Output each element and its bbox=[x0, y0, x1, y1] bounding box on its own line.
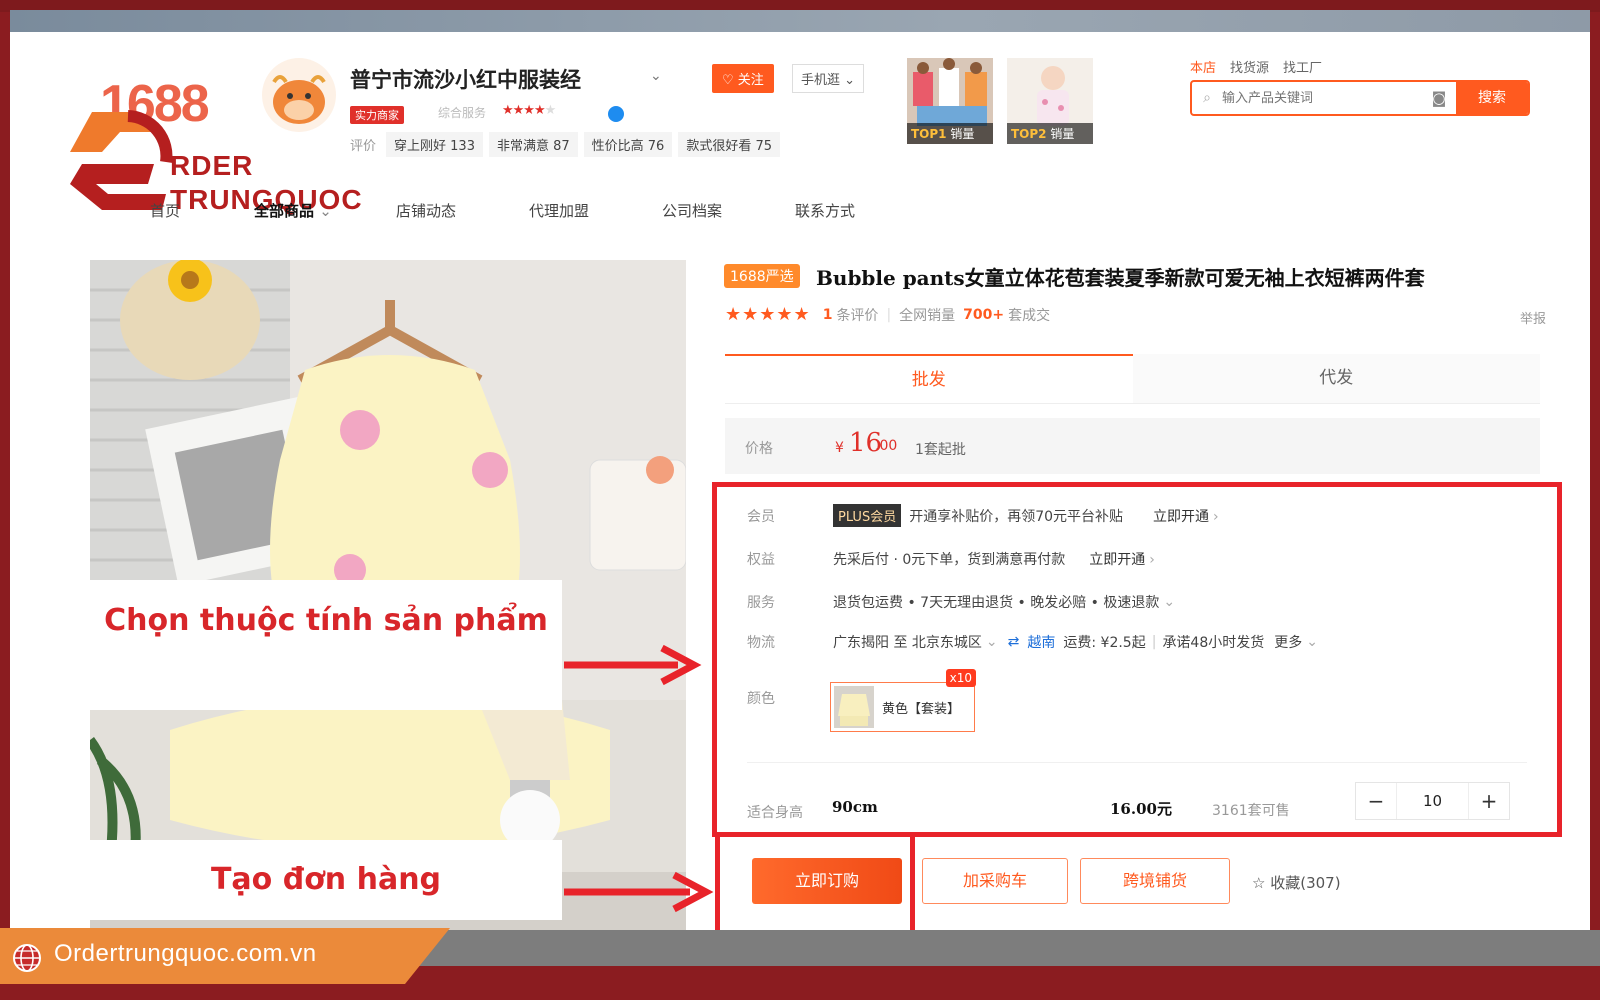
globe-icon bbox=[13, 944, 41, 972]
logo-word-1: RDER bbox=[170, 150, 254, 181]
top2-product-thumb[interactable]: TOP2 销量 bbox=[1007, 58, 1093, 144]
nav-all-products-label: 全部商品 bbox=[254, 202, 315, 220]
search-button[interactable]: 搜索 bbox=[1456, 82, 1528, 114]
shop-name[interactable]: 普宁市流沙小红中服装经 bbox=[350, 64, 581, 94]
report-link[interactable]: 举报 bbox=[1520, 308, 1546, 327]
search-input[interactable] bbox=[1222, 82, 1422, 114]
tab-dropship[interactable]: 代发 bbox=[1132, 354, 1540, 403]
rating-tags: 评价 穿上刚好 133 非常满意 87 性价比高 76 款式很好看 75 bbox=[350, 132, 781, 157]
nav-shop-news[interactable]: 店铺动态 bbox=[396, 200, 529, 221]
sales-suffix: 套成交 bbox=[1008, 307, 1051, 324]
product-title: Bubble pants女童立体花苞套装夏季新款可爱无袖上衣短裤两件套 bbox=[816, 266, 1425, 290]
nav-company-profile[interactable]: 公司档案 bbox=[662, 200, 795, 221]
service-stars: ★★★★★ bbox=[502, 103, 556, 118]
top1-rank: TOP1 bbox=[911, 127, 947, 141]
purchase-mode-tabs: 批发 代发 bbox=[725, 354, 1540, 404]
1688-selection-badge: 1688严选 bbox=[724, 264, 800, 288]
price-label: 价格 bbox=[745, 441, 773, 457]
sales-value: 700+ bbox=[963, 306, 1005, 323]
price-decimal: .00 bbox=[875, 438, 898, 454]
add-to-cart-button[interactable]: 加采购车 bbox=[922, 858, 1068, 904]
favorite-button[interactable]: ☆ 收藏(307) bbox=[1252, 872, 1341, 893]
review-text[interactable]: 条评价 bbox=[836, 305, 878, 325]
callout-create-order: Tạo đơn hàng bbox=[90, 840, 562, 920]
service-score-label: 综合服务 bbox=[438, 106, 487, 120]
tab-find-factory[interactable]: 找工厂 bbox=[1283, 57, 1322, 76]
nav-home[interactable]: 首页 bbox=[150, 200, 254, 221]
price-section: 价格 ¥ 16 .00 1套起批 bbox=[725, 418, 1540, 474]
chat-icon[interactable] bbox=[608, 106, 624, 122]
browser-bar bbox=[10, 10, 1590, 32]
top2-label: 销量 bbox=[1050, 127, 1075, 141]
favorite-label: 收藏(307) bbox=[1270, 874, 1341, 892]
top2-rank: TOP2 bbox=[1011, 127, 1047, 141]
min-order: 1套起批 bbox=[915, 442, 966, 458]
callout-select-attributes: Chọn thuộc tính sản phẩm bbox=[90, 580, 562, 710]
rating-chip: 性价比高 76 bbox=[583, 132, 673, 157]
divider: | bbox=[886, 306, 892, 323]
tab-this-store[interactable]: 本店 bbox=[1190, 57, 1216, 76]
search-scope-tabs: 本店 找货源 找工厂 bbox=[1190, 57, 1322, 76]
top1-label: 销量 bbox=[950, 127, 975, 141]
nav-all-products[interactable]: 全部商品 ⌄ bbox=[254, 200, 396, 221]
top1-product-thumb[interactable]: TOP1 销量 bbox=[907, 58, 993, 144]
mobile-browse-button[interactable]: 手机逛 ⌄ bbox=[792, 64, 865, 93]
rating-chip: 款式很好看 75 bbox=[678, 132, 781, 157]
rating-chip: 非常满意 87 bbox=[488, 132, 578, 157]
chevron-down-icon[interactable]: ⌄ bbox=[650, 68, 662, 84]
rating-chip: 穿上刚好 133 bbox=[386, 132, 483, 157]
nav-contact[interactable]: 联系方式 bbox=[795, 200, 915, 221]
shop-nav: 首页 全部商品 ⌄ 店铺动态 代理加盟 公司档案 联系方式 bbox=[150, 200, 915, 221]
follow-button[interactable]: ♡ 关注 bbox=[712, 64, 774, 93]
chevron-down-icon: ⌄ bbox=[319, 202, 332, 220]
rating-label: 评价 bbox=[350, 139, 377, 154]
top1-tag: TOP1 销量 bbox=[907, 123, 993, 144]
shop-avatar[interactable] bbox=[262, 58, 336, 132]
tab-find-source[interactable]: 找货源 bbox=[1230, 57, 1269, 76]
star-icon: ☆ bbox=[1252, 874, 1266, 892]
search-icon: ⌕ bbox=[1203, 90, 1211, 106]
review-summary: ★★★★★ 1 条评价 | 全网销量 700+ 套成交 bbox=[725, 304, 1050, 325]
currency-symbol: ¥ bbox=[835, 440, 844, 456]
cross-border-button[interactable]: 跨境铺货 bbox=[1080, 858, 1230, 904]
search-box: ⌕ ◙ 搜索 bbox=[1190, 80, 1530, 116]
top2-tag: TOP2 销量 bbox=[1007, 123, 1093, 144]
review-count[interactable]: 1 bbox=[823, 307, 833, 323]
ox-avatar-icon bbox=[272, 75, 326, 124]
tab-wholesale[interactable]: 批发 bbox=[725, 354, 1133, 403]
nav-agency[interactable]: 代理加盟 bbox=[529, 200, 662, 221]
strength-merchant-badge: 实力商家 bbox=[350, 106, 404, 124]
site-url[interactable]: Ordertrungquoc.com.vn bbox=[54, 940, 317, 968]
attribute-highlight-box bbox=[712, 482, 1562, 837]
camera-icon[interactable]: ◙ bbox=[1422, 82, 1456, 114]
sales-label: 全网销量 bbox=[899, 307, 956, 324]
rating-stars: ★★★★★ bbox=[725, 304, 811, 325]
